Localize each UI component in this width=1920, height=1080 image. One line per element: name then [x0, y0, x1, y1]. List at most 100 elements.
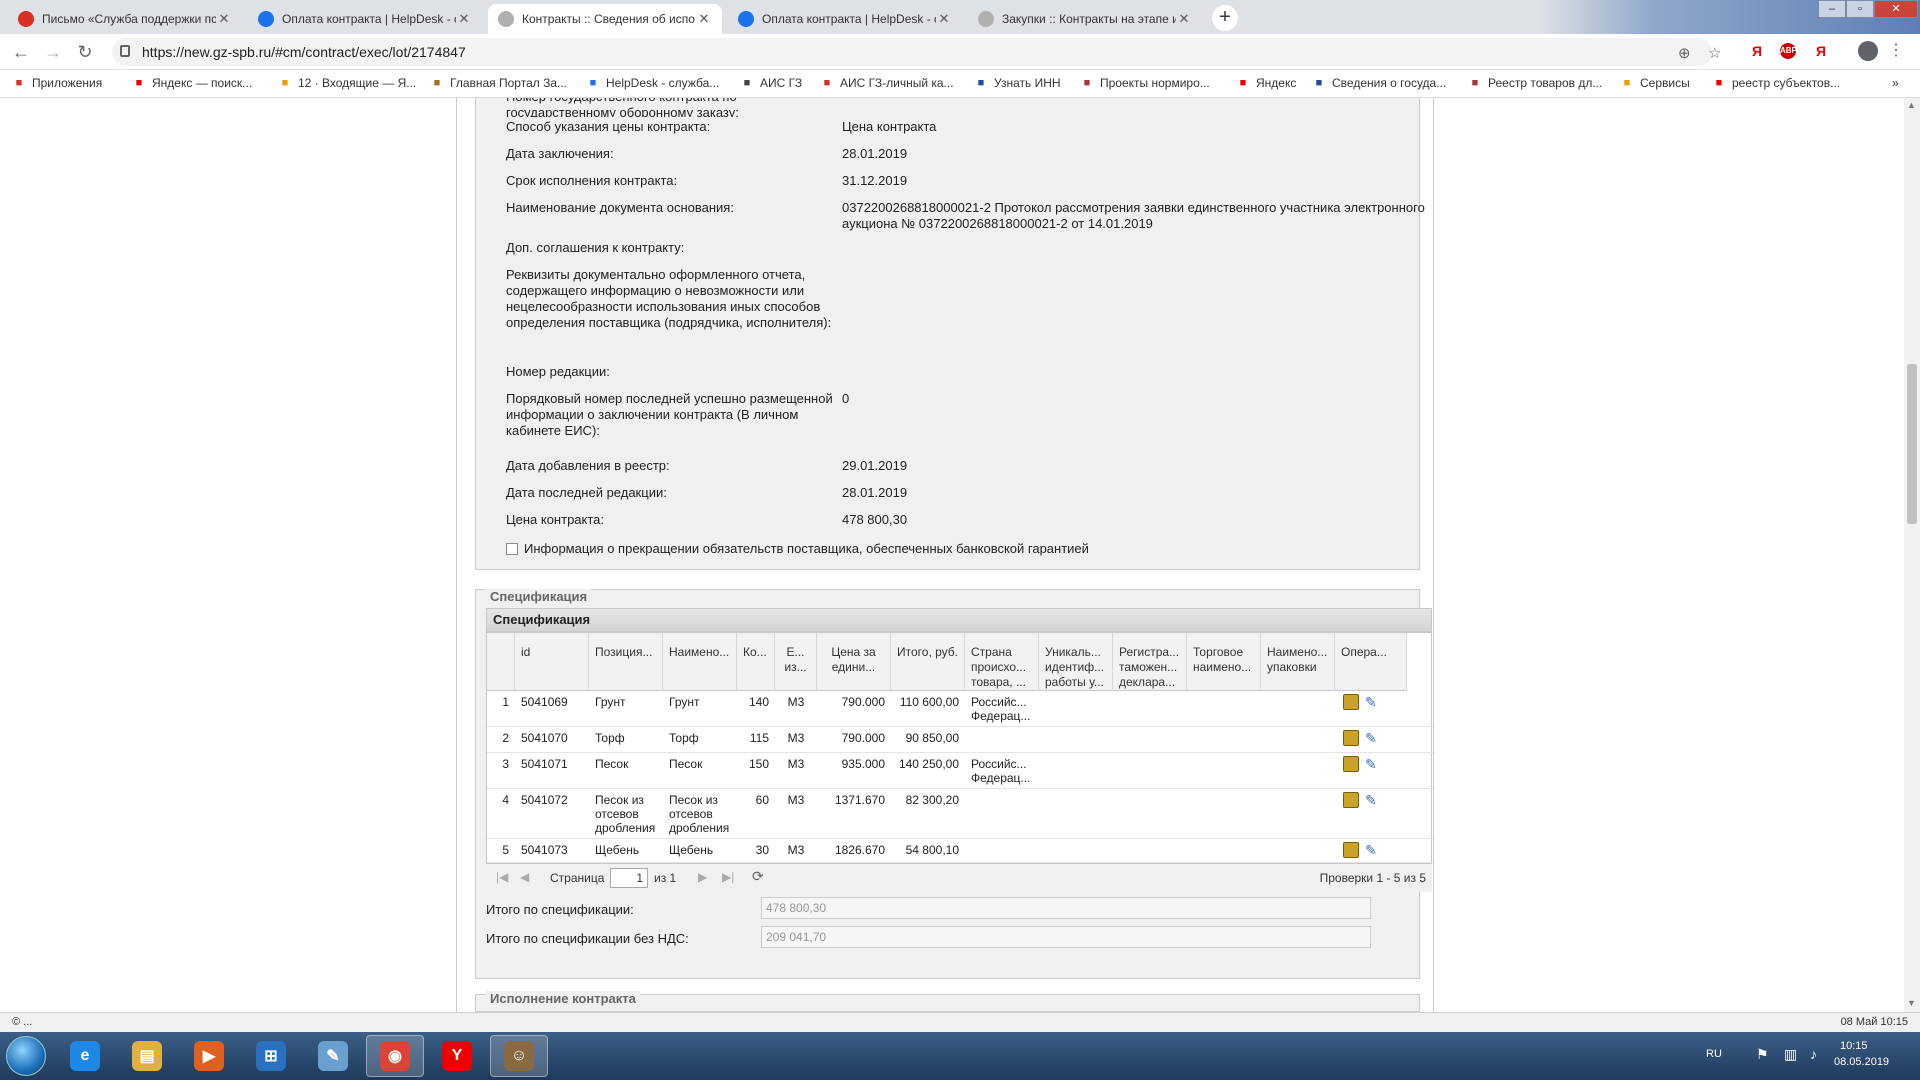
table-row[interactable]: 3 5041071 Песок Песок 150 М3 935.000 140 250,00…	[487, 753, 1433, 789]
start-button[interactable]	[6, 1036, 46, 1076]
forward-button[interactable]: →	[42, 41, 64, 63]
close-window-button[interactable]: ✕	[1874, 0, 1918, 18]
yandex-extension-icon[interactable]: Я	[1752, 43, 1762, 59]
bookmark-star-icon[interactable]: ☆	[1708, 44, 1721, 62]
scroll-thumb[interactable]	[1907, 364, 1917, 524]
taskbar-app-media[interactable]: ▶	[180, 1035, 238, 1077]
scroll-up-icon[interactable]: ▲	[1907, 100, 1916, 110]
reload-button[interactable]: ↻	[74, 41, 96, 63]
close-tab-icon[interactable]: ✕	[1176, 11, 1192, 27]
tab-0[interactable]: Письмо «Служба поддержки пс ✕	[8, 4, 242, 34]
page-scrollbar[interactable]: ▲ ▼	[1904, 98, 1920, 1012]
zoom-icon[interactable]: ⊕	[1678, 44, 1691, 62]
column-header-8[interactable]: Страна происхо... товара, ...	[965, 633, 1039, 691]
tray-flag-icon[interactable]: ⚑	[1756, 1046, 1769, 1063]
view-record-icon[interactable]	[1343, 730, 1359, 746]
new-tab-button[interactable]: +	[1212, 5, 1238, 31]
view-record-icon[interactable]	[1343, 756, 1359, 772]
close-tab-icon[interactable]: ✕	[696, 11, 712, 27]
maximize-button[interactable]: ▫	[1846, 0, 1874, 18]
taskbar-app-app[interactable]: ☺	[490, 1035, 548, 1077]
column-header-6[interactable]: Цена за едини...	[817, 633, 891, 691]
back-button[interactable]: ←	[10, 41, 32, 63]
tab-4[interactable]: Закупки :: Контракты на этапе и ✕	[968, 4, 1202, 34]
last-page-icon[interactable]: ▶|	[722, 870, 734, 884]
menu-icon[interactable]: ⋮	[1888, 40, 1904, 60]
spec-total-field[interactable]: 478 800,30	[761, 897, 1371, 919]
column-header-11[interactable]: Торговое наимено...	[1187, 633, 1261, 691]
table-row[interactable]: 2 5041070 Торф Торф 115 М3 790.000 90 850,00 ✎	[487, 727, 1433, 753]
yandex-extension-icon-2[interactable]: Я	[1816, 43, 1826, 59]
bookmark-label: АИС ГЗ-личный ка...	[840, 76, 954, 90]
edit-pencil-icon[interactable]: ✎	[1365, 842, 1381, 858]
column-header-5[interactable]: Е... из...	[775, 633, 817, 691]
bookmark-4[interactable]: ■ HelpDesk - служба...	[586, 76, 720, 90]
first-page-icon[interactable]: |◀	[496, 870, 508, 884]
taskbar-app-ie[interactable]: e	[56, 1035, 114, 1077]
column-header-1[interactable]: id	[515, 633, 589, 691]
spec-total-novat-field[interactable]: 209 041,70	[761, 926, 1371, 948]
column-header-10[interactable]: Регистра... таможен... деклара...	[1113, 633, 1187, 691]
bookmark-6[interactable]: ■ АИС ГЗ-личный ка...	[820, 76, 954, 90]
column-header-9[interactable]: Уникаль... идентиф... работы у...	[1039, 633, 1113, 691]
profile-avatar[interactable]	[1858, 41, 1878, 61]
close-tab-icon[interactable]: ✕	[936, 11, 952, 27]
prev-page-icon[interactable]: ◀	[520, 870, 529, 884]
bookmark-7[interactable]: ■ Узнать ИНН	[974, 76, 1061, 90]
table-row[interactable]: 1 5041069 Грунт Грунт 140 М3 790.000 110 600,00…	[487, 691, 1433, 727]
bookmark-2[interactable]: ■ 12 · Входящие — Я...	[278, 76, 417, 90]
minimize-button[interactable]: –	[1818, 0, 1846, 18]
bookmark-1[interactable]: ■ Яндекс — поиск...	[132, 76, 252, 90]
bookmark-13[interactable]: ■ реестр субъектов...	[1712, 76, 1840, 90]
column-header-13[interactable]: Опера...	[1335, 633, 1407, 691]
edit-pencil-icon[interactable]: ✎	[1365, 694, 1381, 710]
tab-2[interactable]: Контракты :: Сведения об испо ✕	[488, 4, 722, 34]
more-bookmarks-button[interactable]: »	[1892, 76, 1899, 90]
language-indicator[interactable]: RU	[1706, 1048, 1722, 1060]
bookmark-12[interactable]: ■ Сервисы	[1620, 76, 1690, 90]
scroll-down-icon[interactable]: ▼	[1907, 998, 1916, 1008]
taskbar-app-explorer[interactable]: ▤	[118, 1035, 176, 1077]
edit-pencil-icon[interactable]: ✎	[1365, 730, 1381, 746]
table-row[interactable]: 5 5041073 Щебень Щебень 30 М3 1826.670 54 800,1…	[487, 839, 1433, 863]
bank-guarantee-checkbox-row[interactable]: Информация о прекращении обязательств по…	[506, 541, 1089, 557]
edit-pencil-icon[interactable]: ✎	[1365, 792, 1381, 808]
column-header-3[interactable]: Наимено...	[663, 633, 737, 691]
column-header-0[interactable]	[487, 633, 515, 691]
next-page-icon[interactable]: ▶	[698, 870, 707, 884]
edit-pencil-icon[interactable]: ✎	[1365, 756, 1381, 772]
view-record-icon[interactable]	[1343, 792, 1359, 808]
bookmark-8[interactable]: ■ Проекты нормиро...	[1080, 76, 1210, 90]
tab-3[interactable]: Оплата контракта | HelpDesk - с ✕	[728, 4, 962, 34]
table-row[interactable]: 4 5041072 Песок из отсевов дробления Песок …	[487, 789, 1433, 839]
tray-volume-icon[interactable]: ♪	[1810, 1046, 1817, 1062]
bookmark-5[interactable]: ■ АИС ГЗ	[740, 76, 802, 90]
close-tab-icon[interactable]: ✕	[456, 11, 472, 27]
taskbar-app-yandex[interactable]: Y	[428, 1035, 486, 1077]
column-header-7[interactable]: Итого, руб.	[891, 633, 965, 691]
bank-guarantee-checkbox[interactable]	[506, 543, 518, 555]
clock-date[interactable]: 08.05.2019	[1834, 1056, 1889, 1068]
column-header-12[interactable]: Наимено... упаковки	[1261, 633, 1335, 691]
adblock-extension-icon[interactable]: ABP	[1780, 43, 1797, 59]
taskbar-app-chrome[interactable]: ◉	[366, 1035, 424, 1077]
column-header-4[interactable]: Ко...	[737, 633, 775, 691]
taskbar-app-network[interactable]: ⊞	[242, 1035, 300, 1077]
view-record-icon[interactable]	[1343, 842, 1359, 858]
column-header-2[interactable]: Позиция...	[589, 633, 663, 691]
tab-1[interactable]: Оплата контракта | HelpDesk - с ✕	[248, 4, 482, 34]
page-number-input[interactable]: 1	[610, 868, 648, 888]
bookmark-0[interactable]: ■ Приложения	[12, 76, 103, 90]
cell-unit: М3	[787, 843, 805, 857]
view-record-icon[interactable]	[1343, 694, 1359, 710]
clock-time[interactable]: 10:15	[1840, 1040, 1868, 1052]
refresh-icon[interactable]: ⟳	[752, 868, 764, 885]
bookmark-10[interactable]: ■ Сведения о госуда...	[1312, 76, 1447, 90]
taskbar-app-paint[interactable]: ✎	[304, 1035, 362, 1077]
bookmark-9[interactable]: ■ Яндекс	[1236, 76, 1297, 90]
address-bar[interactable]: https://new.gz-spb.ru/#cm/contract/exec/…	[112, 38, 1721, 66]
bookmark-11[interactable]: ■ Реестр товаров дл...	[1468, 76, 1603, 90]
bookmark-3[interactable]: ■ Главная Портал За...	[430, 76, 567, 90]
close-tab-icon[interactable]: ✕	[216, 11, 232, 27]
tray-network-icon[interactable]: ▥	[1784, 1046, 1797, 1063]
